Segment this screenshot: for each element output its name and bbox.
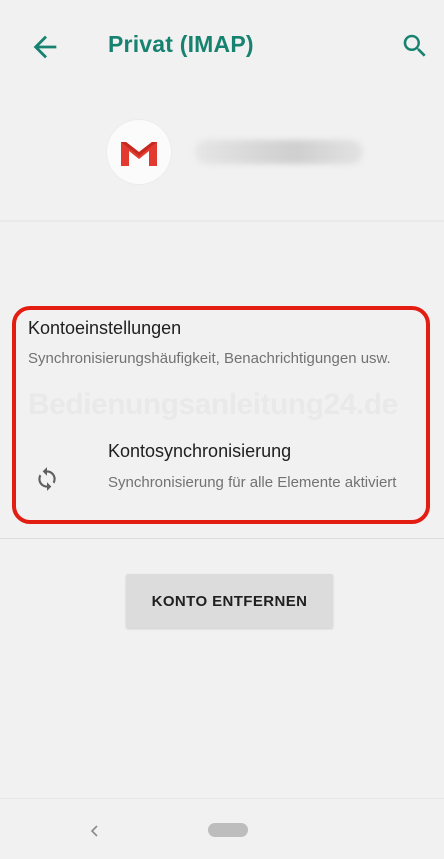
remove-account-button[interactable]: KONTO ENTFERNEN (126, 574, 333, 628)
app-bar: Privat (IMAP) (0, 0, 444, 100)
nav-home-pill-icon[interactable] (208, 823, 248, 837)
nav-back-icon[interactable] (88, 824, 102, 838)
account-sync-title: Kontosynchronisierung (108, 441, 292, 461)
account-email-redacted (195, 140, 363, 164)
account-settings-title: Kontoeinstellungen (28, 318, 182, 338)
page-title: Privat (IMAP) (108, 31, 254, 57)
section-divider (0, 538, 444, 539)
search-icon[interactable] (400, 31, 430, 61)
account-settings-subtitle: Synchronisierungshäufigkeit, Benachricht… (28, 350, 391, 367)
account-sync-subtitle: Synchronisierung für alle Elemente aktiv… (108, 474, 397, 491)
sync-icon (38, 467, 56, 491)
arrow-left-icon[interactable] (28, 30, 62, 64)
gmail-icon (121, 142, 157, 166)
avatar (107, 120, 171, 184)
account-settings-item[interactable]: Kontoeinstellungen Synchronisierungshäuf… (28, 315, 428, 395)
header-divider (0, 220, 444, 222)
account-sync-item[interactable]: Kontosynchronisierung Synchronisierung f… (28, 432, 428, 516)
